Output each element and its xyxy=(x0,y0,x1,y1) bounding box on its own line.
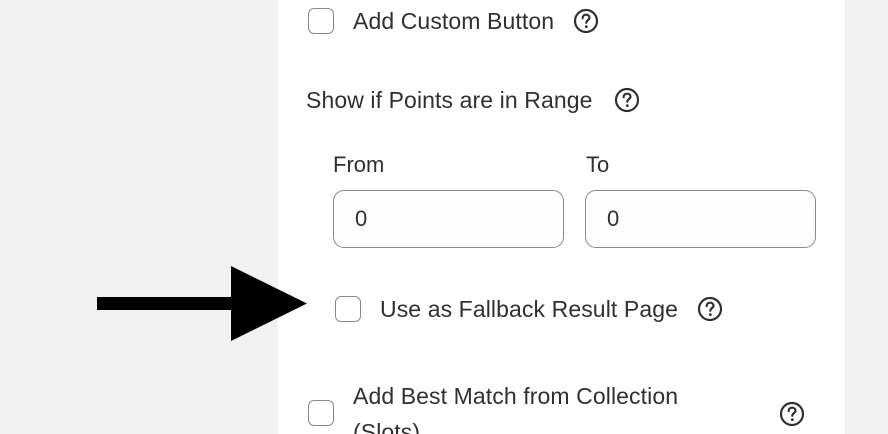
question-circle-icon[interactable] xyxy=(697,296,723,322)
fallback-label: Use as Fallback Result Page xyxy=(380,296,679,322)
best-match-label-line2: (Slots) xyxy=(353,419,421,434)
custom-button-checkbox[interactable] xyxy=(308,8,334,34)
from-input[interactable]: 0 xyxy=(333,190,564,248)
question-circle-icon[interactable] xyxy=(779,401,805,427)
best-match-label-continuation-clip: (Slots) xyxy=(353,412,773,434)
question-circle-icon[interactable] xyxy=(614,87,640,113)
fallback-checkbox[interactable] xyxy=(335,296,361,322)
question-circle-icon[interactable] xyxy=(573,8,599,34)
to-input[interactable]: 0 xyxy=(585,190,816,248)
right-arrow-annotation xyxy=(97,266,307,341)
to-label: To xyxy=(586,152,610,177)
best-match-label: Add Best Match from Collection xyxy=(353,383,679,409)
points-range-label: Show if Points are in Range xyxy=(306,87,593,113)
from-label: From xyxy=(333,152,385,177)
custom-button-label: Add Custom Button xyxy=(353,8,555,34)
best-match-checkbox[interactable] xyxy=(308,400,334,426)
